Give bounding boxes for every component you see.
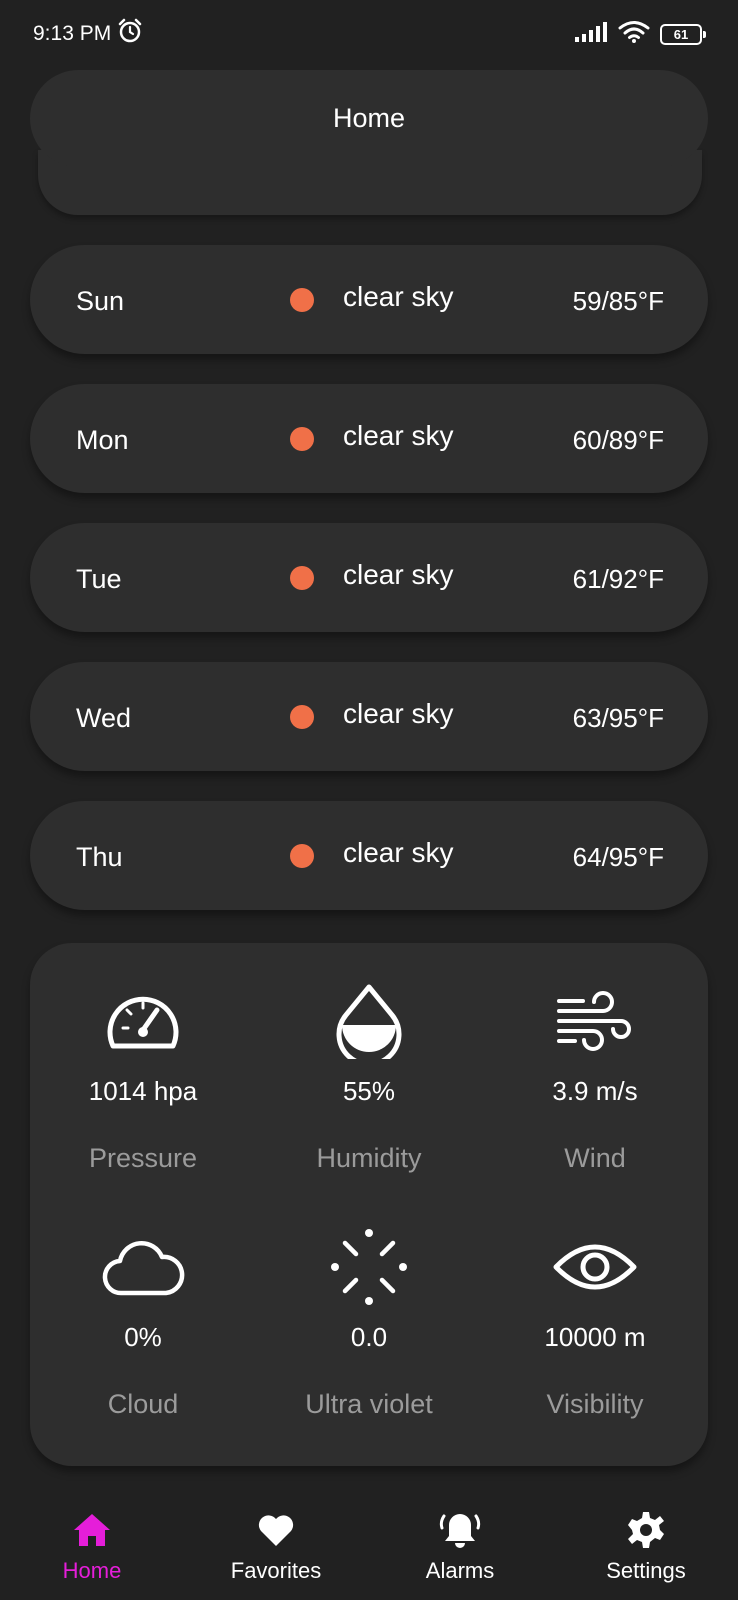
pressure-label: Pressure [88, 1143, 198, 1173]
forecast-description: clear sky [343, 837, 454, 868]
uv-icon [256, 1227, 482, 1307]
weather-status-dot-icon [290, 844, 314, 868]
forecast-row-sun[interactable]: Sun clear sky 59/85°F [30, 245, 708, 354]
weather-status-dot-icon [290, 566, 314, 590]
nav-settings-label: Settings [606, 1558, 686, 1583]
cloud-value: 0% [124, 1322, 162, 1352]
visibility-value: 10000 m [544, 1322, 646, 1352]
heart-icon [184, 1508, 368, 1552]
detail-cloud: 0% Cloud [30, 1227, 256, 1422]
weather-status-dot-icon [290, 427, 314, 451]
nav-favorites-label: Favorites [230, 1558, 322, 1583]
wifi-icon [618, 20, 650, 49]
forecast-row-thu[interactable]: Thu clear sky 64/95°F [30, 801, 708, 910]
detail-uv: 0.0 Ultra violet [256, 1227, 482, 1422]
detail-visibility: 10000 m Visibility [482, 1227, 708, 1422]
page-title: Home [332, 103, 406, 133]
wind-icon [482, 981, 708, 1061]
cloud-icon [30, 1227, 256, 1307]
home-icon [0, 1508, 184, 1552]
forecast-temp: 63/95°F [572, 703, 664, 733]
nav-settings[interactable]: Settings [554, 1496, 738, 1584]
bell-icon [368, 1508, 552, 1552]
status-left: 9:13 PM [33, 18, 143, 50]
humidity-value: 55% [342, 1076, 396, 1106]
battery-level: 61 [673, 26, 689, 42]
battery-indicator: 61 [660, 23, 706, 45]
top-bar: Home [30, 70, 708, 167]
forecast-description: clear sky [343, 281, 454, 312]
forecast-temp: 61/92°F [572, 564, 664, 594]
speedometer-icon [30, 981, 256, 1061]
visibility-label: Visibility [546, 1389, 644, 1419]
forecast-day: Sun [76, 286, 125, 316]
nav-alarms[interactable]: Alarms [368, 1496, 552, 1584]
nav-home[interactable]: Home [0, 1496, 184, 1584]
uv-value: 0.0 [350, 1322, 388, 1352]
gear-icon [554, 1508, 738, 1552]
forecast-row-tue[interactable]: Tue clear sky 61/92°F [30, 523, 708, 632]
status-right: 61 [574, 20, 706, 49]
forecast-description: clear sky [343, 698, 454, 729]
forecast-temp: 64/95°F [572, 842, 664, 872]
detail-pressure: 1014 hpa Pressure [30, 981, 256, 1176]
detail-wind: 3.9 m/s Wind [482, 981, 708, 1176]
forecast-list: Sun clear sky 59/85°F Mon clear sky 60/8… [30, 245, 708, 940]
humidity-label: Humidity [316, 1143, 422, 1173]
forecast-day: Tue [76, 564, 122, 594]
cloud-label: Cloud [107, 1389, 179, 1419]
water-drop-icon [256, 981, 482, 1061]
eye-icon [482, 1227, 708, 1307]
forecast-description: clear sky [343, 420, 454, 451]
wind-value: 3.9 m/s [552, 1076, 638, 1106]
uv-label: Ultra violet [305, 1389, 433, 1419]
forecast-temp: 59/85°F [572, 286, 664, 316]
forecast-row-mon[interactable]: Mon clear sky 60/89°F [30, 384, 708, 493]
weather-status-dot-icon [290, 705, 314, 729]
forecast-day: Wed [76, 703, 132, 733]
weather-details-card: 1014 hpa Pressure 55% Humidity 3.9 m/s W… [30, 943, 708, 1466]
weather-status-dot-icon [290, 288, 314, 312]
forecast-day: Mon [76, 425, 129, 455]
forecast-temp: 60/89°F [572, 425, 664, 455]
nav-alarms-label: Alarms [425, 1558, 495, 1583]
nav-home-label: Home [62, 1558, 122, 1583]
forecast-row-wed[interactable]: Wed clear sky 63/95°F [30, 662, 708, 771]
detail-humidity: 55% Humidity [256, 981, 482, 1176]
signal-icon [574, 21, 608, 48]
status-time: 9:13 PM [33, 22, 112, 45]
bottom-nav: Home Favorites Alarms Settings [0, 1496, 738, 1600]
status-bar: 9:13 PM 61 [0, 0, 738, 68]
wind-label: Wind [564, 1143, 626, 1173]
pressure-value: 1014 hpa [88, 1076, 198, 1106]
weather-screen: 9:13 PM 61 Home Sun clear sky 59/85°F Mo… [0, 0, 738, 1600]
nav-favorites[interactable]: Favorites [184, 1496, 368, 1584]
forecast-description: clear sky [343, 559, 454, 590]
forecast-day: Thu [76, 842, 123, 872]
alarm-clock-icon [117, 18, 143, 50]
